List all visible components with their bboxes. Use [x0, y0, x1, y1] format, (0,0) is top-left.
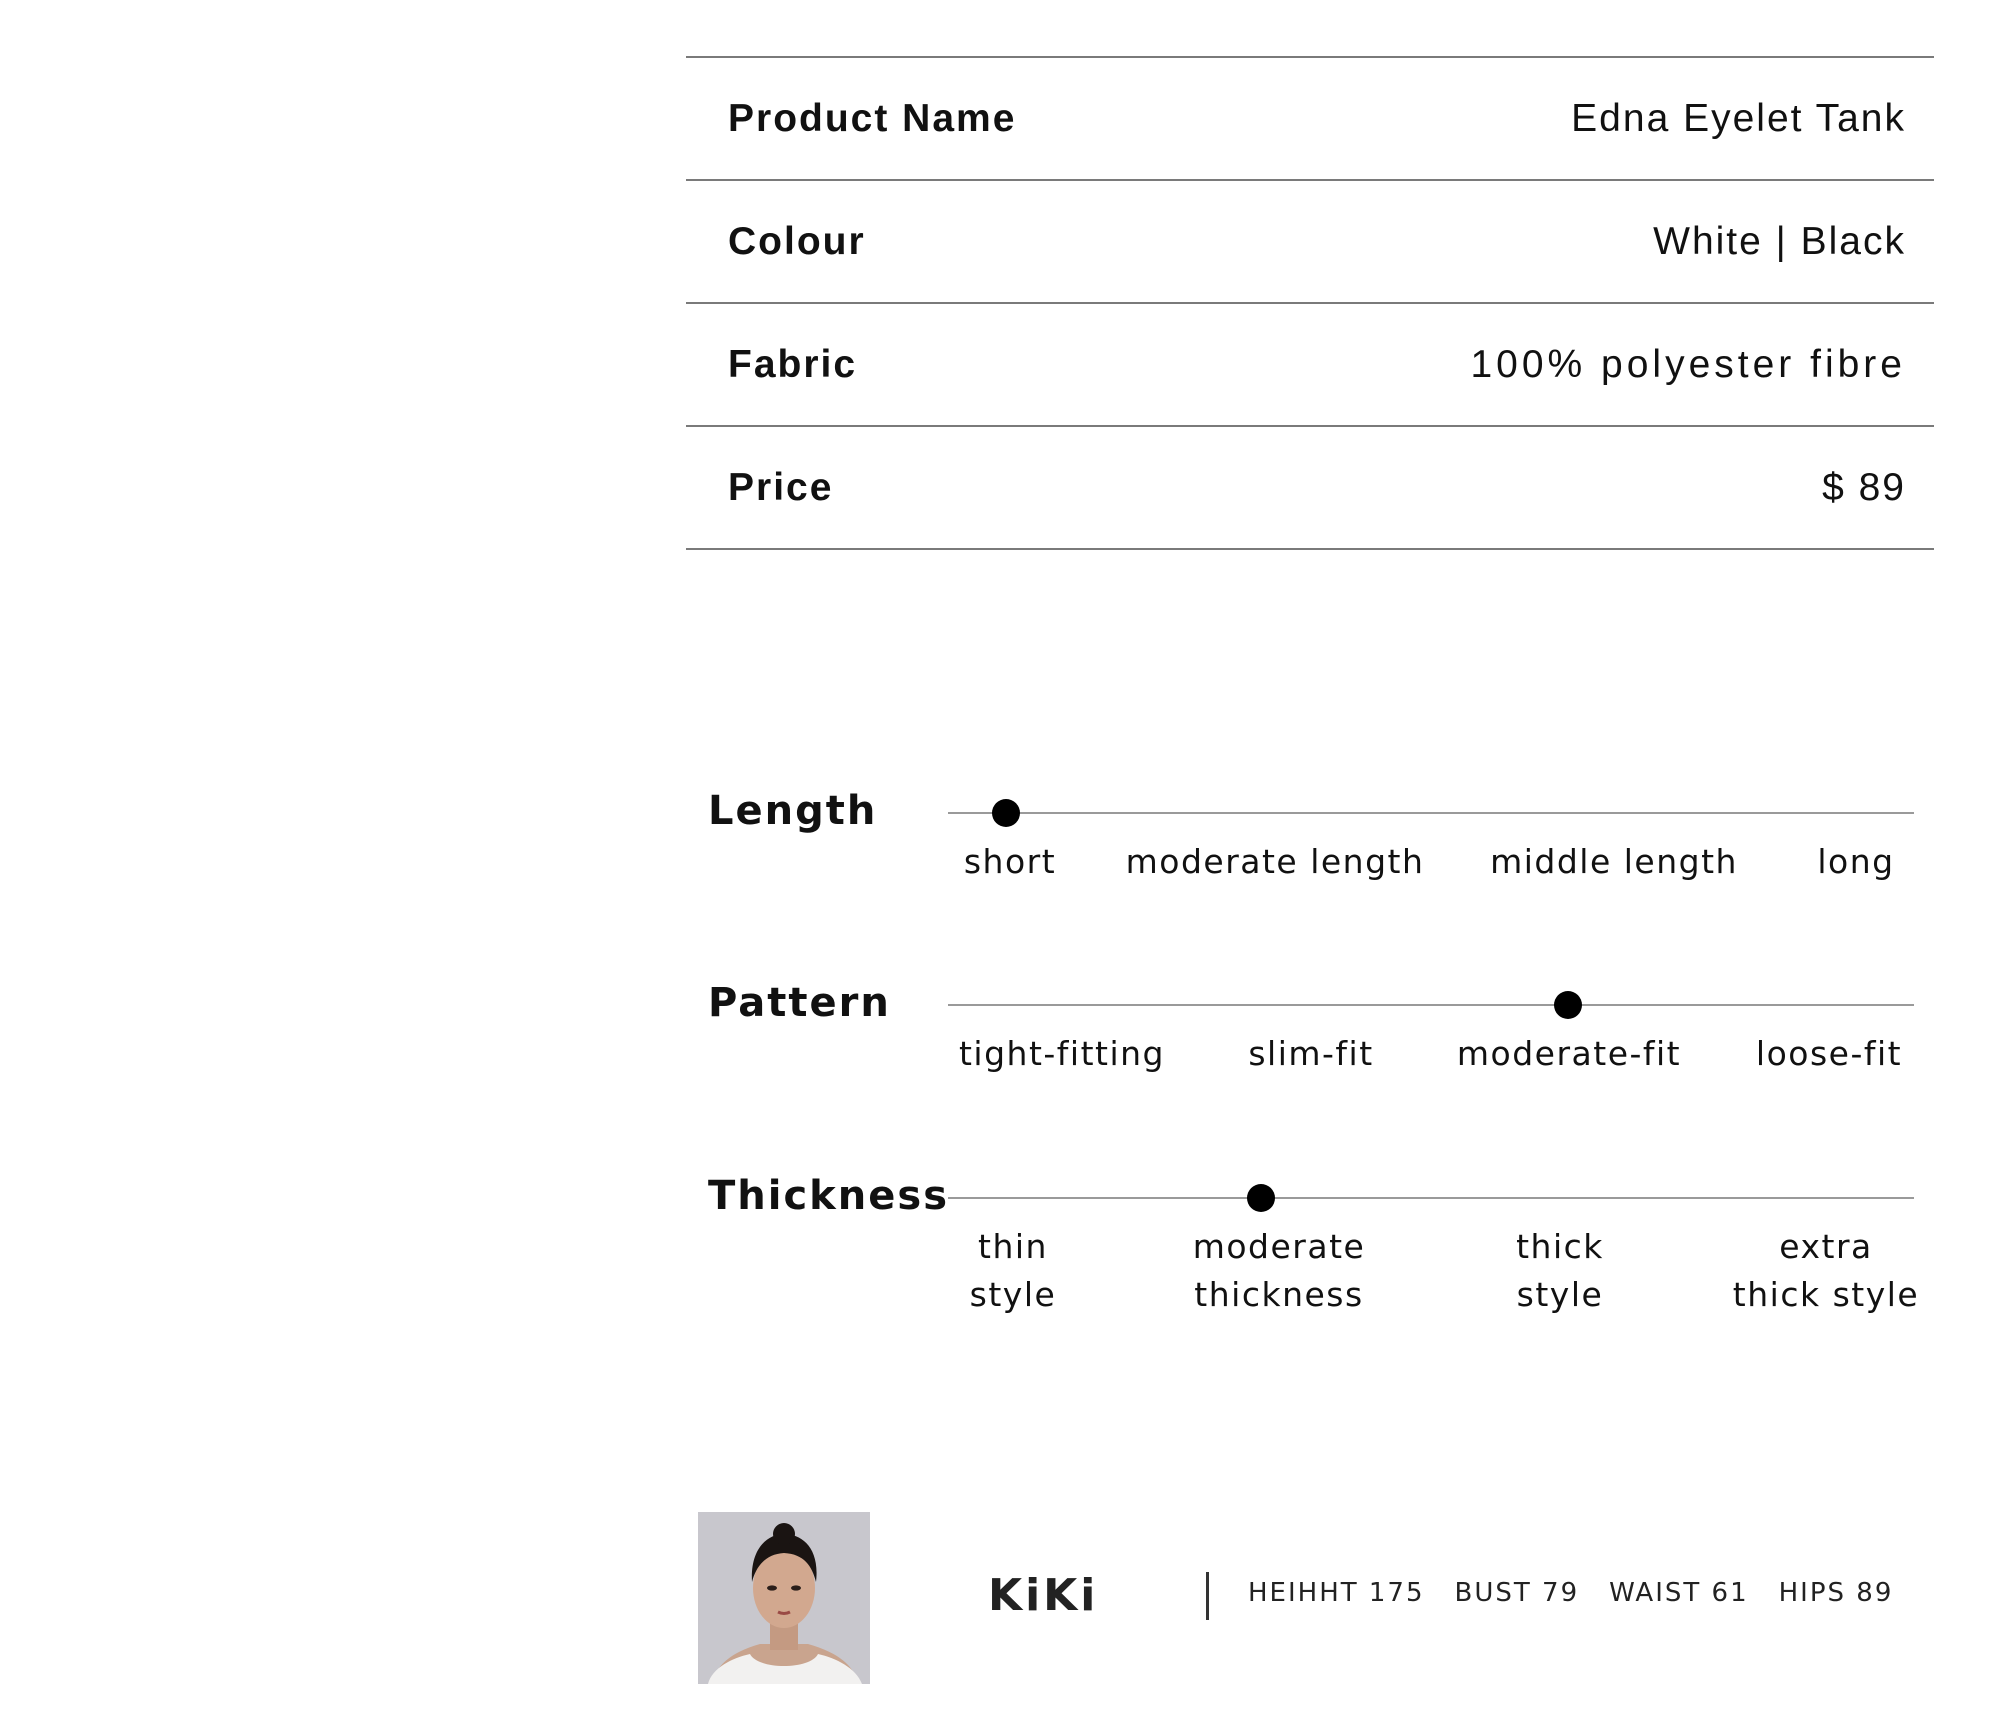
- scale-option: slim-fit: [1248, 1034, 1374, 1073]
- spec-label: Fabric: [728, 342, 858, 386]
- scale-marker: [992, 799, 1020, 827]
- spec-row-fabric: Fabric 100% polyester fibre: [686, 304, 1934, 427]
- scale-option: long: [1817, 842, 1895, 881]
- spec-row-colour: Colour White | Black: [686, 181, 1934, 304]
- scale-option: extra thick style: [1732, 1227, 1920, 1314]
- scale-option: moderate-fit: [1456, 1034, 1682, 1073]
- model-name: KiKi: [988, 1570, 1099, 1621]
- model-info: KiKi HEIHHT 175 BUST 79 WAIST 61 HIPS 89: [698, 1512, 1958, 1684]
- product-spec-table: Product Name Edna Eyelet Tank Colour Whi…: [686, 56, 1934, 550]
- scale-option: moderate thickness: [1192, 1227, 1366, 1314]
- model-height: HEIHHT 175: [1248, 1578, 1425, 1608]
- spec-label: Product Name: [728, 96, 1017, 140]
- scale-option: thin style: [969, 1227, 1057, 1314]
- scale-marker: [1554, 991, 1582, 1019]
- scale-option: moderate length: [1125, 842, 1425, 881]
- spec-label: Colour: [728, 219, 866, 263]
- spec-label: Price: [728, 465, 834, 509]
- length-scale: Length short moderate length middle leng…: [708, 780, 1978, 900]
- scale-track: [948, 1004, 1914, 1006]
- scale-option: middle length: [1490, 842, 1738, 881]
- spec-value: Edna Eyelet Tank: [1571, 96, 1906, 140]
- model-hips: HIPS 89: [1778, 1578, 1894, 1608]
- spec-row-price: Price $ 89: [686, 427, 1934, 550]
- model-photo: [698, 1512, 870, 1684]
- scale-title: Thickness: [708, 1173, 950, 1219]
- model-portrait-image: [698, 1512, 870, 1684]
- scale-track: [948, 812, 1914, 814]
- thickness-scale: Thickness thin style moderate thickness …: [708, 1165, 1978, 1335]
- model-measurements: HEIHHT 175 BUST 79 WAIST 61 HIPS 89: [1248, 1578, 1893, 1608]
- scale-title: Length: [708, 788, 878, 834]
- scale-title: Pattern: [708, 980, 891, 1026]
- spec-row-product-name: Product Name Edna Eyelet Tank: [686, 58, 1934, 181]
- divider: [1206, 1572, 1209, 1620]
- spec-value: White | Black: [1653, 219, 1906, 263]
- scale-track: [948, 1197, 1914, 1199]
- scale-marker: [1247, 1184, 1275, 1212]
- model-waist: WAIST 61: [1609, 1578, 1749, 1608]
- scale-option: thick style: [1516, 1227, 1604, 1314]
- spec-value: 100% polyester fibre: [1470, 342, 1906, 386]
- model-bust: BUST 79: [1454, 1578, 1580, 1608]
- scale-option: tight-fitting: [958, 1034, 1166, 1073]
- spec-value: $ 89: [1822, 465, 1906, 509]
- scale-option: short: [963, 842, 1057, 881]
- scale-option: loose-fit: [1755, 1034, 1903, 1073]
- pattern-scale: Pattern tight-fitting slim-fit moderate-…: [708, 972, 1978, 1092]
